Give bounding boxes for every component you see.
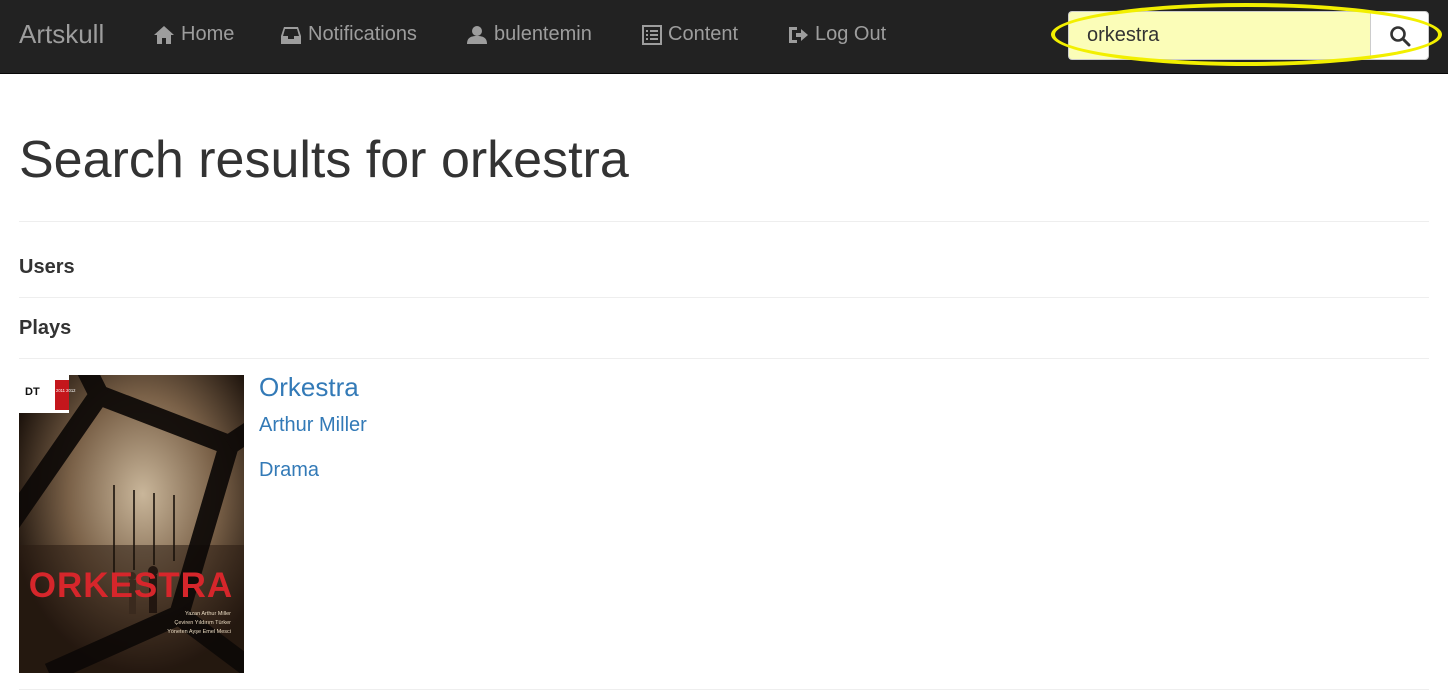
nav-notifications[interactable]: Notifications: [280, 23, 417, 46]
log-out-icon: [789, 26, 808, 43]
section-heading-plays: Plays: [19, 317, 72, 339]
play-title-link[interactable]: Orkestra: [259, 372, 359, 403]
list-alt-icon: [642, 24, 662, 45]
divider: [19, 689, 1429, 690]
nav-user-profile[interactable]: bulentemin: [466, 23, 592, 46]
nav-log-out-label: Log Out: [815, 23, 887, 45]
home-icon: [154, 25, 174, 44]
play-genre-link[interactable]: Drama: [259, 459, 319, 482]
poster-season: 2011 2012: [56, 388, 76, 393]
divider: [19, 297, 1429, 298]
poster-credit-line: Yazan Arthur Miller: [185, 611, 231, 617]
play-poster-image[interactable]: DT 2011 2012 ORKESTRA Yazan Arthur Mille…: [19, 375, 244, 673]
nav-notifications-label: Notifications: [308, 23, 417, 45]
search-highlight-annotation: [1051, 3, 1442, 66]
inbox-icon: [281, 26, 301, 44]
brand-link[interactable]: Artskull: [19, 19, 104, 50]
divider: [19, 221, 1429, 222]
section-heading-users: Users: [19, 256, 75, 278]
nav-log-out[interactable]: Log Out: [787, 23, 886, 46]
poster-badge: DT: [25, 386, 40, 398]
nav-home[interactable]: Home: [153, 23, 234, 46]
nav-user-label: bulentemin: [494, 23, 592, 45]
poster-artwork: DT 2011 2012 ORKESTRA Yazan Arthur Mille…: [19, 375, 244, 673]
nav-content-label: Content: [668, 23, 739, 45]
page-title: Search results for orkestra: [19, 131, 629, 189]
nav-home-label: Home: [181, 23, 235, 45]
play-author-link[interactable]: Arthur Miller: [259, 414, 367, 437]
user-icon: [467, 25, 487, 44]
divider: [19, 358, 1429, 359]
nav-content[interactable]: Content: [642, 23, 738, 46]
poster-credit-line: Yöneten Ayşe Emel Mesci: [167, 629, 231, 635]
poster-title-text: ORKESTRA: [29, 566, 233, 605]
poster-credit-line: Çeviren Yıldırım Türker: [174, 620, 231, 626]
